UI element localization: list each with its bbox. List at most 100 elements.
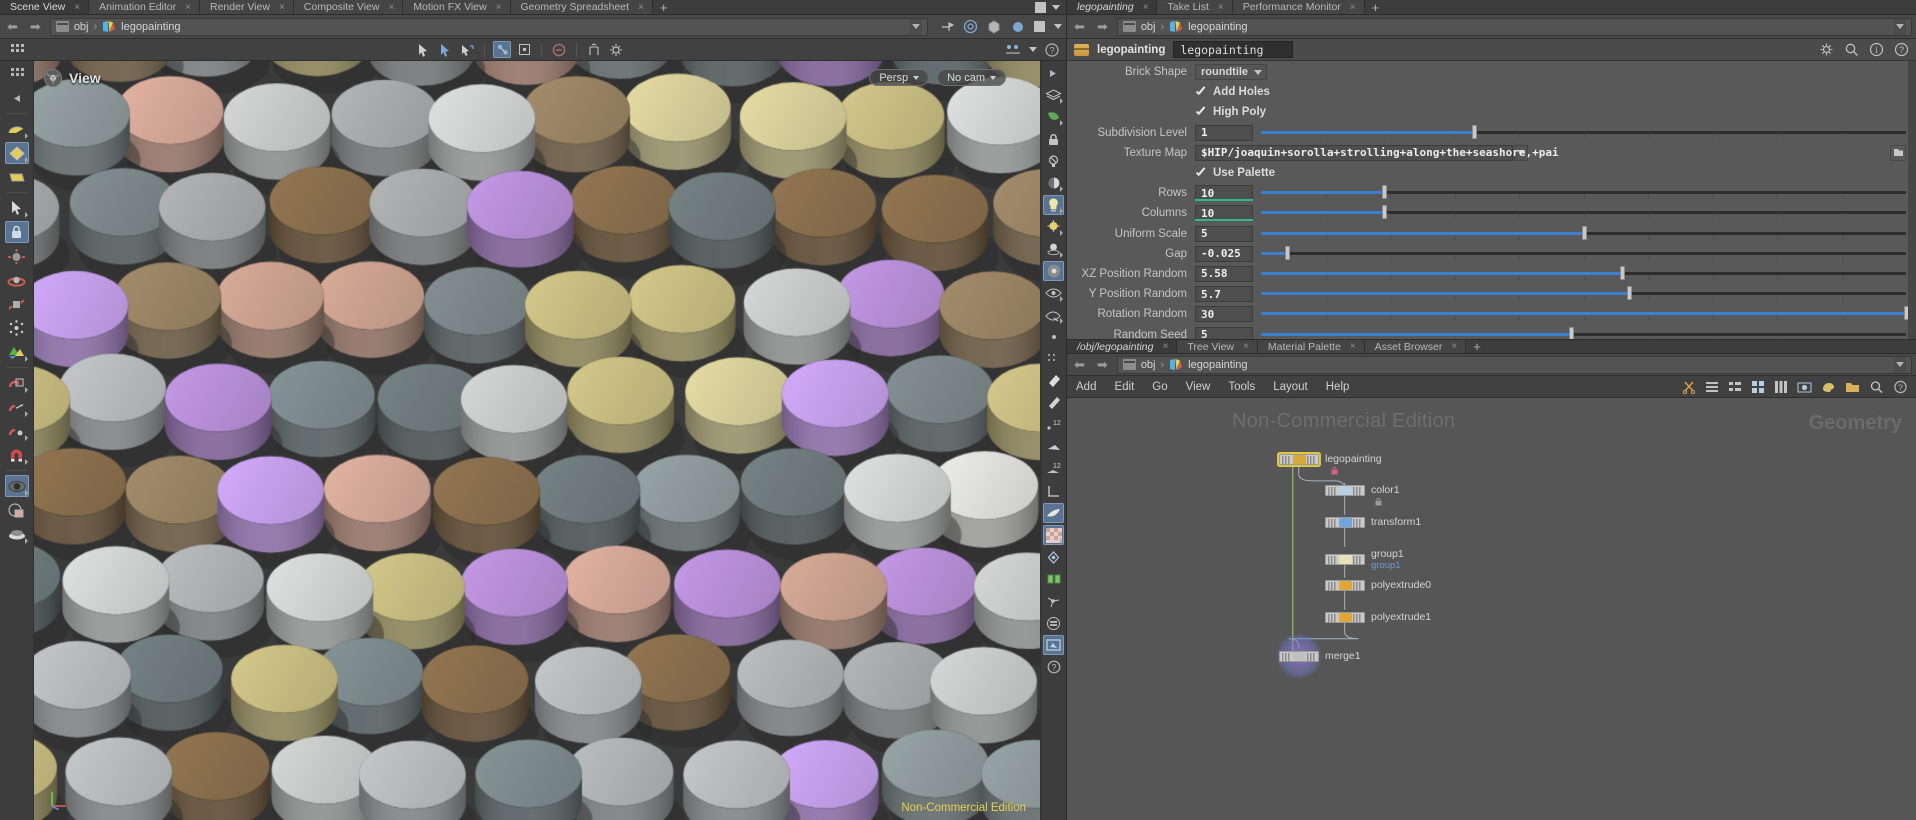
tab-composite-view[interactable]: Composite View × <box>293 0 404 14</box>
tab-close-icon[interactable]: × <box>496 2 502 13</box>
box-display-icon[interactable] <box>987 19 1002 34</box>
no-entry-icon[interactable] <box>550 41 568 58</box>
net-tree-icon[interactable] <box>1728 380 1742 394</box>
pane-menu-caret-icon[interactable] <box>1052 4 1060 10</box>
axis-display-icon[interactable] <box>1043 481 1064 501</box>
shading-mode-icon[interactable] <box>1043 503 1064 523</box>
node-body[interactable] <box>1325 611 1365 623</box>
parm-search-icon[interactable] <box>1844 42 1859 57</box>
snap-curve-icon[interactable] <box>5 396 29 418</box>
add-tab-button[interactable]: + <box>1364 0 1387 15</box>
vertex-markers-icon[interactable] <box>1043 349 1064 369</box>
net-cut-icon[interactable] <box>1682 380 1696 394</box>
parm-field-gap[interactable]: -0.025 <box>1195 245 1253 262</box>
net-forward-arrow-icon[interactable]: ➡ <box>1094 357 1111 373</box>
parm-toggle-use-palette[interactable]: Use Palette <box>1195 167 1275 179</box>
network-node-merge1[interactable]: merge1 <box>1279 650 1361 662</box>
move-handle-icon[interactable] <box>5 245 29 267</box>
parm-slider-rotation-random[interactable] <box>1261 306 1909 322</box>
net-back-arrow-icon[interactable]: ⬅ <box>1071 357 1088 373</box>
snap-point-icon[interactable] <box>5 420 29 442</box>
material-tool-icon[interactable] <box>4 475 29 497</box>
parm-field-y-position-random[interactable]: 5.7 <box>1195 286 1253 303</box>
parm-field-xz-position-random[interactable]: 5.58 <box>1195 265 1253 282</box>
slider-handle[interactable] <box>1381 205 1387 220</box>
path-dropdown-icon[interactable] <box>910 18 922 35</box>
tab-tree-view[interactable]: Tree View × <box>1177 340 1258 353</box>
parm-menu-brick-shape[interactable]: roundtile <box>1195 64 1267 81</box>
slider-handle[interactable] <box>1568 326 1574 339</box>
select-object-icon[interactable] <box>5 118 29 140</box>
node-body[interactable] <box>1325 484 1365 496</box>
burst-tool-icon[interactable] <box>5 317 29 339</box>
tab-scene-view[interactable]: Scene View × <box>0 0 90 14</box>
add-tab-button[interactable]: + <box>1466 339 1488 354</box>
net-grid-icon[interactable] <box>1751 380 1765 394</box>
tab-close-icon[interactable]: × <box>1451 341 1457 352</box>
flat-shading-icon[interactable] <box>1034 21 1045 32</box>
parm-path-field[interactable]: obj › legopainting <box>1116 17 1912 36</box>
scene-path-field[interactable]: obj › legopainting <box>49 17 928 36</box>
tab-obj-legopainting[interactable]: /obj/legopainting × <box>1067 340 1178 353</box>
parm-slider-gap[interactable] <box>1261 245 1906 262</box>
parameter-scrollbar[interactable] <box>1908 61 1916 339</box>
network-node-polyextrude1[interactable]: polyextrude1 <box>1325 611 1431 623</box>
select-blue-arrow-icon[interactable] <box>436 41 454 58</box>
layers-stack-icon[interactable] <box>1043 613 1064 633</box>
move-arrow-icon[interactable] <box>458 41 476 58</box>
parm-gear-icon[interactable] <box>1819 42 1834 57</box>
network-path-field[interactable]: obj › legopainting <box>1116 355 1912 374</box>
net-path-dropdown-icon[interactable] <box>1894 356 1906 373</box>
gpu-display-icon[interactable] <box>1043 107 1064 127</box>
scale-handle-icon[interactable] <box>5 293 29 315</box>
tab-close-icon[interactable]: × <box>1162 341 1168 352</box>
tab-performance-monitor[interactable]: Performance Monitor × <box>1232 0 1365 14</box>
parm-back-arrow-icon[interactable]: ⬅ <box>1071 19 1088 35</box>
display-options-caret-icon[interactable] <box>1054 24 1062 29</box>
color-tool-icon[interactable] <box>5 341 29 363</box>
tab-close-icon[interactable]: × <box>1143 2 1149 13</box>
target-icon[interactable] <box>963 19 978 34</box>
prim-normals-icon[interactable] <box>1043 437 1064 457</box>
network-menu-layout[interactable]: Layout <box>1264 381 1317 393</box>
node-body[interactable] <box>1325 516 1365 528</box>
magnet-snap-icon[interactable] <box>5 444 29 466</box>
add-tab-button[interactable]: + <box>652 0 675 15</box>
pane-layout-icon[interactable] <box>1035 1 1046 13</box>
uv-tool-icon[interactable] <box>5 499 29 521</box>
parm-slider-rows[interactable] <box>1261 185 1906 201</box>
snap-grid-icon[interactable] <box>5 372 29 394</box>
tab-close-icon[interactable]: × <box>1218 2 1224 13</box>
light-tool-icon[interactable] <box>5 523 29 545</box>
slider-handle[interactable] <box>1620 265 1626 280</box>
pointer-tool-icon[interactable] <box>5 197 29 219</box>
viewport-help-icon[interactable]: ? <box>1043 657 1064 677</box>
render-region-icon[interactable] <box>1043 635 1064 655</box>
viewport-layout-icon[interactable] <box>1005 43 1021 57</box>
net-snapshot-icon[interactable] <box>1797 380 1812 394</box>
parm-field-subdivision-level[interactable]: 1 <box>1195 124 1253 141</box>
parm-help-icon[interactable]: ? <box>1894 42 1909 57</box>
disable-lights-icon[interactable] <box>1043 151 1064 171</box>
network-editor[interactable]: Non-Commercial Edition Geometry legopain… <box>1067 398 1916 820</box>
net-search-icon[interactable] <box>1869 380 1884 394</box>
tab-asset-browser[interactable]: Asset Browser × <box>1364 340 1467 353</box>
lock-view-icon[interactable] <box>1043 129 1064 149</box>
slider-handle[interactable] <box>1381 185 1387 200</box>
network-node-transform1[interactable]: transform1 <box>1325 516 1421 528</box>
net-columns-icon[interactable] <box>1774 380 1788 394</box>
lego-render-canvas[interactable] <box>34 61 1040 820</box>
groups-icon[interactable] <box>1043 569 1064 589</box>
prim-numbers-icon[interactable]: 12 <box>1043 459 1064 479</box>
lock-handle-icon[interactable] <box>4 221 29 243</box>
env-light-icon[interactable] <box>1043 239 1064 259</box>
camera-view-icon[interactable] <box>1043 261 1064 281</box>
settings-gear-icon[interactable] <box>607 41 625 58</box>
sphere-display-icon[interactable] <box>1011 20 1025 34</box>
tab-material-palette[interactable]: Material Palette × <box>1257 340 1365 353</box>
tab-close-icon[interactable]: × <box>74 2 80 13</box>
paint-visibility-icon[interactable] <box>1043 305 1064 325</box>
camera-dropdown[interactable]: No cam <box>937 69 1006 86</box>
bbox-tool-icon[interactable] <box>515 41 533 58</box>
visibility-eye-icon[interactable] <box>1043 283 1064 303</box>
